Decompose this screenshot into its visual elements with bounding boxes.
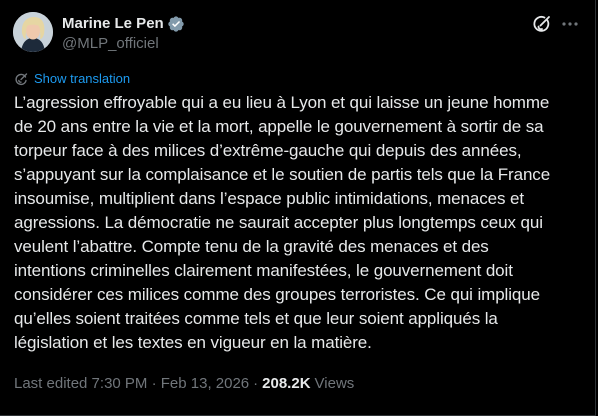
tweet-text-line: insoumise, multiplient dans l’espace pub… (14, 189, 524, 208)
tweet-text-line: L’agression effroyable qui a eu lieu à L… (14, 93, 550, 112)
author-handle[interactable]: @MLP_officiel (62, 35, 159, 53)
views-label: Views (314, 374, 355, 392)
meta-separator: · (253, 374, 259, 392)
tweet-meta: Last edited 7:30 PM · Feb 13, 2026 · 208… (14, 373, 354, 393)
tweet-text-line: agressions. La démocratie ne saurait acc… (14, 213, 543, 232)
tweet-text-line: s’appuyant sur la complaisance et le sou… (14, 165, 551, 184)
show-translation-button[interactable]: Show translation (14, 71, 130, 87)
avatar[interactable] (13, 12, 53, 52)
more-horizontal-icon[interactable] (560, 14, 580, 34)
tweet-card: Marine Le Pen @MLP_officiel Show transla… (0, 0, 596, 416)
grok-icon[interactable] (532, 14, 552, 34)
avatar-image (13, 12, 53, 52)
tweet-text-line: torpeur face à des milices d’extrême-gau… (14, 141, 522, 160)
tweet-text-line: intentions criminelles clairement manife… (14, 261, 513, 280)
tweet-text-line: veulent l’abattre. Compte tenu de la gra… (14, 237, 489, 256)
translate-icon (15, 73, 28, 86)
last-edited-timestamp[interactable]: Last edited 7:30 PM · Feb 13, 2026 (14, 375, 249, 392)
tweet-text-line: de 20 ans entre la vie et la mort, appel… (14, 117, 544, 136)
show-translation-label[interactable]: Show translation (34, 71, 130, 87)
author-name-row[interactable]: Marine Le Pen (62, 15, 185, 33)
tweet-text-line: considérer ces milices comme des groupes… (14, 285, 540, 304)
author-display-name[interactable]: Marine Le Pen (62, 15, 164, 33)
tweet-text-line: qu’elles soient traitées comme tels et q… (14, 309, 498, 328)
verified-badge-icon[interactable] (167, 15, 185, 33)
tweet-text-line: législation et les textes en vigueur en … (14, 333, 372, 352)
views-count: 208.2K (262, 374, 311, 392)
tweet-text: L’agression effroyable qui a eu lieu à L… (14, 91, 589, 355)
